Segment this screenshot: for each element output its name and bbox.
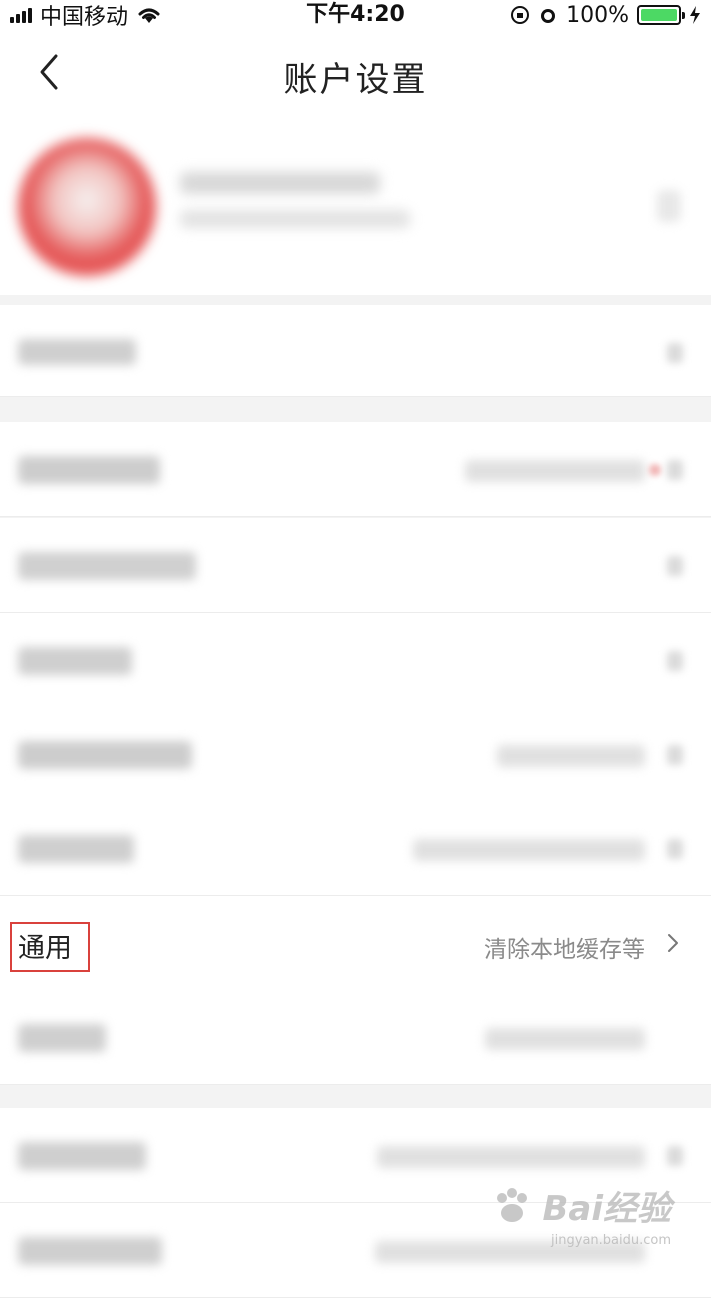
chevron-right-icon <box>667 556 683 576</box>
nav-bar: 账户设置 <box>0 30 711 120</box>
row-value-blurred <box>485 1028 645 1050</box>
battery-percent: 100% <box>566 3 629 28</box>
chevron-right-icon <box>663 931 683 955</box>
row-value-blurred <box>413 839 645 861</box>
chevron-right-icon <box>667 651 683 671</box>
highlight-box <box>10 922 90 972</box>
profile-chevron-icon <box>657 190 681 222</box>
chevron-right-icon <box>667 745 683 765</box>
chevron-right-icon <box>667 839 683 859</box>
row-label-blurred <box>18 647 132 675</box>
row-value-blurred <box>377 1146 645 1168</box>
profile-card[interactable] <box>0 120 711 295</box>
watermark: Bai经验 jingyan.baidu.com <box>492 1181 671 1230</box>
settings-row-blurred-6[interactable] <box>0 801 711 896</box>
watermark-text: Bai经验 <box>542 1181 671 1230</box>
settings-row-blurred-2[interactable] <box>0 422 711 517</box>
chevron-right-icon <box>667 343 683 363</box>
profile-name-blurred <box>180 172 380 194</box>
general-value: 清除本地缓存等 <box>484 930 645 964</box>
paw-icon <box>492 1186 532 1226</box>
alarm-icon <box>538 5 558 25</box>
row-label-blurred <box>18 339 136 365</box>
row-label-blurred <box>18 741 192 769</box>
row-label-blurred <box>18 552 196 580</box>
battery-icon <box>637 5 681 25</box>
settings-row-general[interactable]: 通用 清除本地缓存等 <box>0 896 711 991</box>
charging-bolt-icon <box>689 5 701 25</box>
settings-row-blurred-5[interactable] <box>0 707 711 802</box>
settings-row-blurred-4[interactable] <box>0 613 711 708</box>
profile-subtitle-blurred <box>180 210 410 228</box>
orientation-lock-icon <box>510 5 530 25</box>
notification-dot <box>649 464 661 476</box>
status-bar: 中国移动 下午4:20 100% <box>0 0 711 30</box>
row-value-blurred <box>465 460 645 482</box>
settings-row-blurred-3[interactable] <box>0 518 711 613</box>
row-label-blurred <box>18 835 134 863</box>
row-label-blurred <box>18 1142 146 1170</box>
page-title: 账户设置 <box>0 52 711 101</box>
avatar <box>18 138 156 276</box>
row-label-blurred <box>18 1024 106 1052</box>
row-label-blurred <box>18 456 160 484</box>
chevron-right-icon <box>667 1146 683 1166</box>
chevron-right-icon <box>667 460 683 480</box>
row-label-blurred <box>18 1237 162 1265</box>
settings-row-blurred-7[interactable] <box>0 990 711 1085</box>
status-right: 100% <box>510 0 701 30</box>
row-value-blurred <box>497 745 645 767</box>
settings-row-blurred-1[interactable] <box>0 305 711 397</box>
watermark-subtext: jingyan.baidu.com <box>551 1233 671 1248</box>
